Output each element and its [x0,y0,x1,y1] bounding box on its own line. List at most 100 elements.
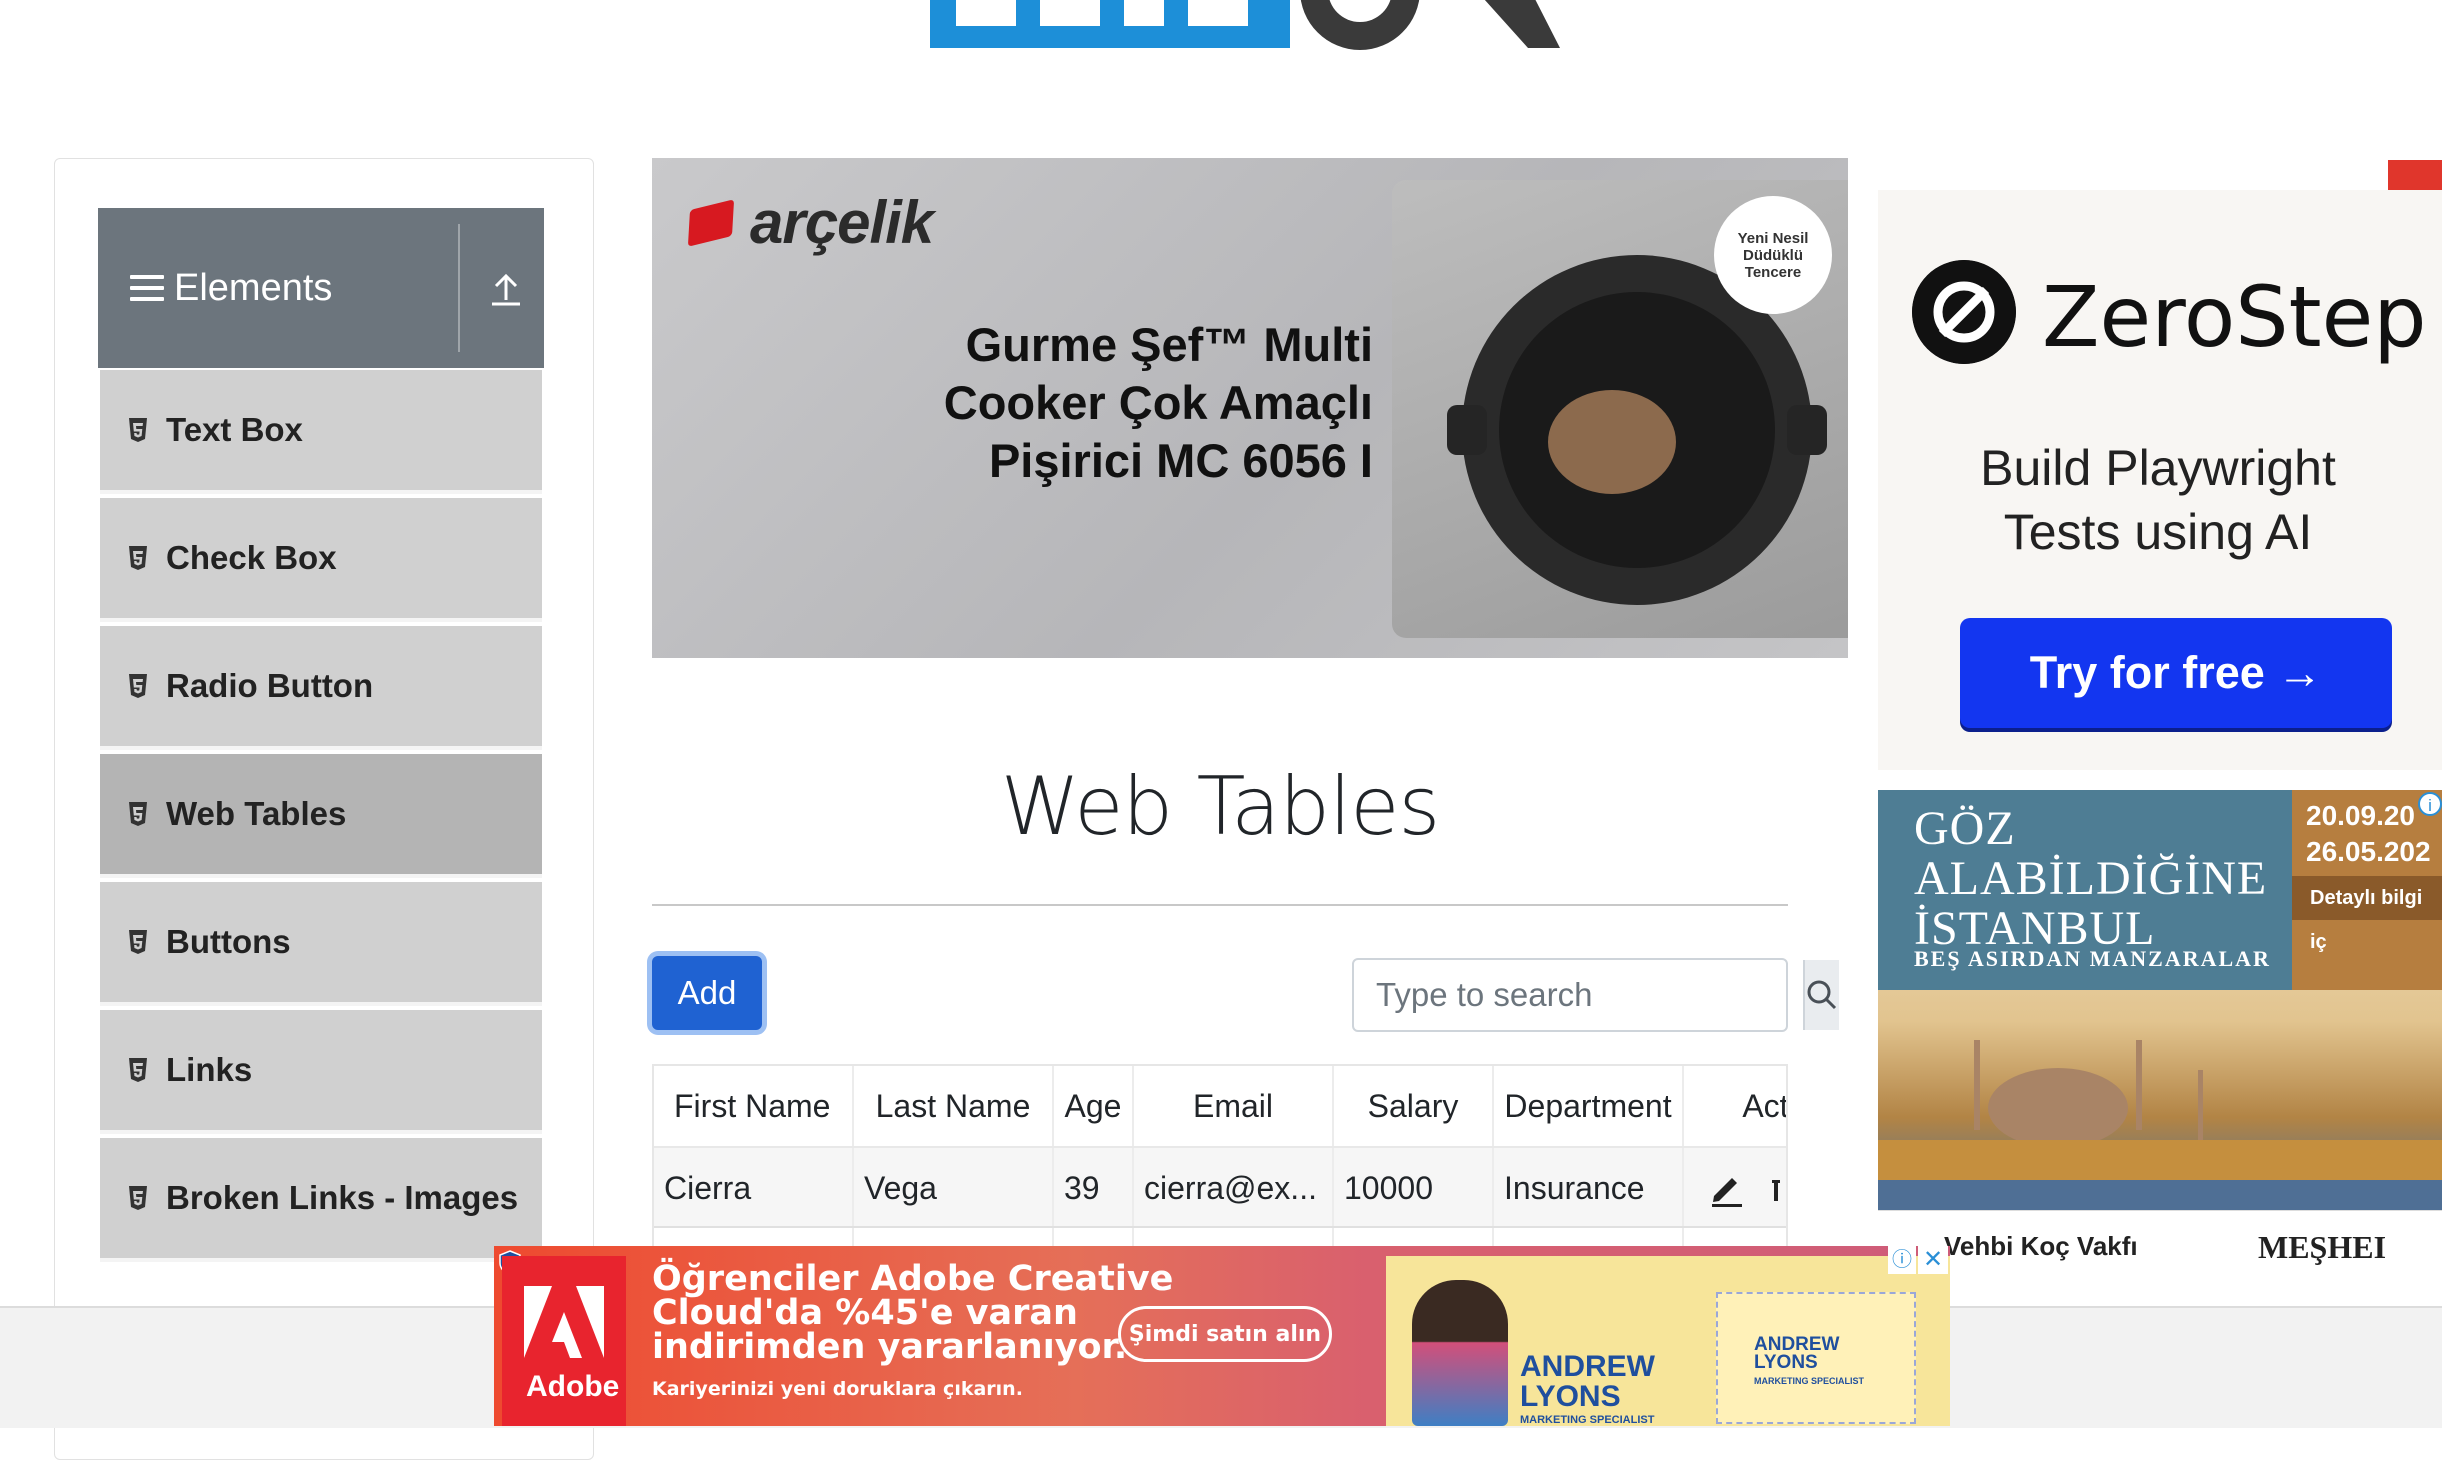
page-title: Web Tables [1000,760,1440,853]
column-header-age[interactable]: Age [1054,1066,1134,1146]
adobe-subtext: Kariyerinizi yeni doruklara çıkarın. [652,1378,1023,1400]
group-title: Elements [174,266,333,309]
search-box [1352,958,1839,1032]
istanbul-title: GÖZ ALABİLDİĞİNE İSTANBUL [1914,804,2267,954]
zerostep-tagline: Build Playwright Tests using AI [1918,436,2398,564]
top-ad-banner[interactable]: arçelik Gurme Şef™ Multi Cooker Çok Amaç… [652,158,1848,658]
adobe-headline-line: Öğrenciler Adobe Creative [652,1259,1174,1299]
sidebar-item-broken-links-images[interactable]: Broken Links - Images [100,1138,542,1262]
sidebar-item-label: Links [166,1051,253,1088]
person-role: MARKETING SPECIALIST [1520,1414,1655,1426]
info-icon[interactable]: ⓘ [1888,1246,1916,1274]
adobe-ad-visual: ANDREW LYONS MARKETING SPECIALIST ANDREW… [1386,1256,1950,1426]
ad-brand: arçelik [687,188,934,257]
buy-now-button[interactable]: Şimdi satın alın [1118,1306,1332,1362]
sidebar-item-buttons[interactable]: Buttons [100,882,542,1006]
cell-department: Insurance [1494,1148,1684,1228]
card-name-line: LYONS [1754,1352,1818,1373]
html5-icon [129,802,147,826]
ad-brand-name: arçelik [750,189,934,256]
column-header-department[interactable]: Department [1494,1066,1684,1146]
zerostep-brand: ZeroStep [2042,268,2427,366]
sidebar-item-web-tables[interactable]: Web Tables [100,754,542,878]
card-name: ANDREW LYONS [1754,1335,1840,1373]
column-header-last-name[interactable]: Last Name [854,1066,1054,1146]
adobe-headline-line: indirimden yararlanıyor. [652,1327,1128,1367]
sidebar-item-label: Check Box [166,539,337,576]
sidebar-item-text-box[interactable]: Text Box [100,370,542,494]
cell-age: 39 [1054,1148,1134,1228]
close-icon[interactable]: ✕ [1918,1246,1948,1274]
cell-email: cierra@ex... [1134,1148,1334,1228]
column-header-action[interactable]: Acti [1684,1066,1786,1146]
html5-icon [129,674,147,698]
arcelik-logo-icon [687,198,735,247]
sponsor-meshher: MEŞHEI [2258,1229,2387,1265]
column-header-first-name[interactable]: First Name [654,1066,854,1146]
web-table: First Name Last Name Age Email Salary De… [652,1064,1788,1264]
ad-stamp-line: Düdüklü Tencere [1743,246,1803,281]
adobe-headline: Öğrenciler Adobe Creative Cloud'da %45'e… [652,1259,1174,1367]
sidebar-item-label: Text Box [166,411,303,448]
toolsqa-logo[interactable] [920,0,1560,90]
istanbul-title-line: ALABİLDİĞİNE [1914,852,2268,905]
istanbul-dates: 20.09.20 26.05.202 Detaylı bilgi iç [2292,790,2442,990]
add-button[interactable]: Add [652,956,762,1030]
istanbul-ad-footer: Vehbi Koç Vakfı MEŞHEI [1878,1210,2442,1285]
ad-headline-line: Gurme Şef™ Multi [965,318,1373,371]
zerostep-tagline-line: Tests using AI [2003,504,2313,560]
istanbul-date-start: 20.09.20 [2306,800,2415,831]
sidebar-item-radio-button[interactable]: Radio Button [100,626,542,750]
sidebar-item-label: Radio Button [166,667,374,704]
cell-first-name: Cierra [654,1148,854,1228]
istanbul-date-end: 26.05.202 [2306,836,2431,867]
zerostep-tagline-line: Build Playwright [1980,440,2336,496]
ad-headline-line: Pişirici MC 6056 I [988,434,1373,487]
ad-info-icon[interactable]: i [2418,792,2442,816]
istanbul-title-line: GÖZ [1914,802,2016,855]
adobe-headline-line: Cloud'da %45'e varan [652,1293,1078,1333]
sidebar-item-label: Web Tables [166,795,347,832]
zerostep-ad[interactable]: ZeroStep Build Playwright Tests using AI… [1878,190,2442,770]
html5-icon [129,930,147,954]
column-header-salary[interactable]: Salary [1334,1066,1494,1146]
search-icon [1807,980,1837,1010]
adobe-brand: Adobe [526,1370,620,1403]
sidebar-item-links[interactable]: Links [100,1010,542,1134]
table-header-row: First Name Last Name Age Email Salary De… [654,1066,1786,1149]
istanbul-more-info[interactable]: Detaylı bilgi iç [2292,876,2442,953]
adobe-ad[interactable]: Adobe Öğrenciler Adobe Creative Cloud'da… [494,1246,1950,1426]
sidebar-item-check-box[interactable]: Check Box [100,498,542,622]
cell-last-name: Vega [854,1148,1054,1228]
business-card: ANDREW LYONS MARKETING SPECIALIST [1716,1292,1916,1424]
group-header-elements[interactable]: Elements [98,208,544,368]
delete-icon[interactable] [1766,1168,1786,1208]
person-image [1412,1280,1508,1426]
zerostep-logo-icon [1912,260,2016,364]
adobe-logo-icon [524,1286,604,1358]
ad-red-strip [2388,160,2442,190]
title-divider [652,904,1788,906]
istanbul-exhibition-ad[interactable]: GÖZ ALABİLDİĞİNE İSTANBUL BEŞ ASIRDAN MA… [1878,790,2442,1210]
person-name: ANDREW LYONS [1520,1352,1655,1412]
column-header-email[interactable]: Email [1134,1066,1334,1146]
collapse-arrow-icon[interactable] [476,258,536,318]
adobe-logo-box: Adobe [502,1256,626,1426]
menu-icon [130,275,164,301]
sponsor-vehbi-koc: Vehbi Koç Vakfı [1944,1231,2138,1261]
edit-icon[interactable] [1706,1168,1746,1208]
istanbul-skyline-image [1878,1040,2442,1210]
search-button[interactable] [1803,960,1839,1030]
try-for-free-button[interactable]: Try for free → [1960,618,2392,728]
search-input[interactable] [1354,960,1803,1030]
html5-icon [129,418,147,442]
sidebar-item-label: Buttons [166,923,291,960]
html5-icon [129,1186,147,1210]
cell-action [1684,1148,1786,1228]
cell-salary: 10000 [1334,1148,1494,1228]
ad-stamp-line: Yeni Nesil [1737,229,1809,247]
card-role: MARKETING SPECIALIST [1754,1376,1865,1386]
person-name-line: LYONS [1520,1380,1621,1413]
ad-stamp: Yeni Nesil Düdüklü Tencere [1714,196,1832,314]
html5-icon [129,546,147,570]
